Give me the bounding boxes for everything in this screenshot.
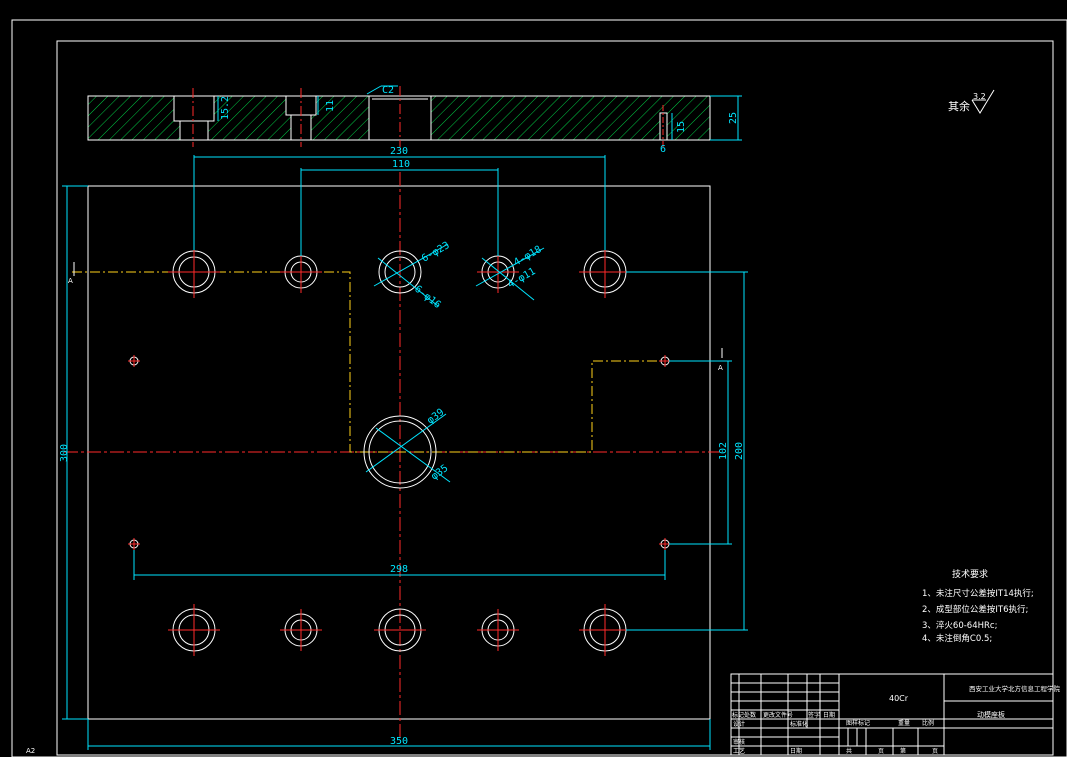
sheet-index-suffix: 页 [932, 748, 938, 755]
role-design: 设计 [733, 720, 745, 728]
stage-weight: 重量 [898, 719, 910, 727]
dim-overall-width: 350 [390, 736, 408, 747]
dim-left-height: 300 [59, 444, 70, 462]
inner-frame [56, 40, 1054, 756]
surface-note-value: 3.2 [973, 92, 986, 101]
plan-view: A A 6-φ23 6-φ16 4-φ18 4-φ11 φ39 φ35 230 … [59, 146, 748, 750]
dim-6: 6 [660, 144, 666, 155]
surface-finish-note: 其余 3.2 [948, 89, 995, 114]
dim-15: 15 [676, 121, 687, 133]
tech-requirements-title: 技术要求 [952, 568, 988, 580]
sheet-size-label: A2 [26, 747, 35, 755]
dim-top-outer: 230 [390, 146, 408, 157]
callout-hole-b2: 4-φ11 [506, 266, 538, 291]
tech-requirement-item: 2、成型部位公差按IT6执行; [922, 604, 1028, 615]
callout-hole-a: 6-φ23 [420, 240, 452, 265]
material-label: 40Cr [889, 694, 909, 703]
section-marker-right: A [718, 364, 723, 372]
tech-requirements: 技术要求 1、未注尺寸公差按IT14执行; 2、成型部位公差按IT6执行; 3、… [922, 568, 1034, 644]
header-change-doc: 更改文件号 [763, 711, 793, 719]
callout-hole-a2: 6-φ16 [412, 284, 442, 311]
dim-bottom-298: 298 [390, 564, 408, 575]
sheet-total-prefix: 共 [846, 747, 852, 755]
stage-drawing-mark: 图样标记 [846, 719, 870, 727]
tech-requirement-item: 4、未注倒角C0.5; [922, 633, 992, 644]
school-name: 西安工业大学北方信息工程学院 [969, 684, 1061, 693]
dim-right-200: 200 [734, 442, 745, 460]
callout-center-outer: φ39 [425, 407, 446, 427]
role-standard: 标准化 [790, 720, 808, 728]
header-sign: 签字 [808, 711, 820, 719]
section-view: 15.2 11 25 15 6 C2 [87, 85, 742, 155]
chamfer-label: C2 [382, 85, 394, 96]
tech-requirement-item: 1、未注尺寸公差按IT14执行; [922, 588, 1034, 599]
sheet-index-prefix: 第 [900, 747, 906, 755]
header-date: 日期 [823, 711, 835, 719]
sheet-total-suffix: 页 [878, 748, 884, 755]
section-counterbore-left [173, 95, 215, 122]
dim-11: 11 [325, 100, 336, 112]
role-date: 日期 [790, 747, 802, 755]
section-marker-left: A [68, 277, 73, 285]
stage-scale: 比例 [922, 719, 934, 727]
callout-hole-b: 4-φ18 [512, 244, 544, 269]
part-name: 动模座板 [977, 710, 1005, 719]
dim-25: 25 [728, 112, 739, 124]
dim-right-102: 102 [718, 442, 729, 460]
dim-15-2: 15.2 [220, 96, 231, 120]
tech-requirement-item: 3、淬火60-64HRc; [922, 620, 997, 631]
section-cut-line [72, 271, 720, 453]
surface-note-prefix: 其余 [948, 99, 970, 113]
role-review: 审核 [733, 738, 745, 746]
header-mark: 标记 [732, 711, 744, 719]
header-count: 处数 [744, 711, 756, 719]
cad-drawing: A2 15.2 11 25 15 6 C2 A A 6-φ23 6-φ16 4-… [11, 19, 1067, 757]
section-bore-left [179, 120, 209, 141]
dim-top-inner: 110 [392, 159, 410, 170]
role-process: 工艺 [733, 747, 745, 755]
